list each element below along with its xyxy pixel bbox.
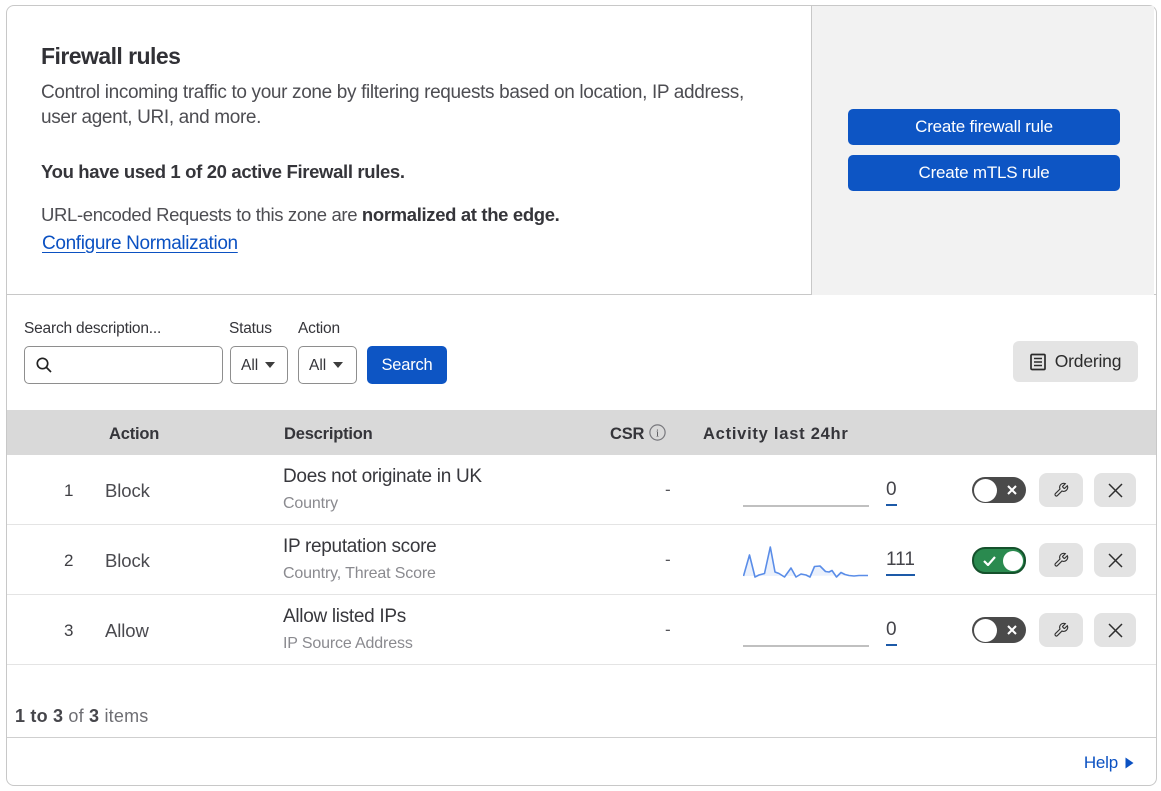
svg-text:i: i — [656, 428, 659, 440]
